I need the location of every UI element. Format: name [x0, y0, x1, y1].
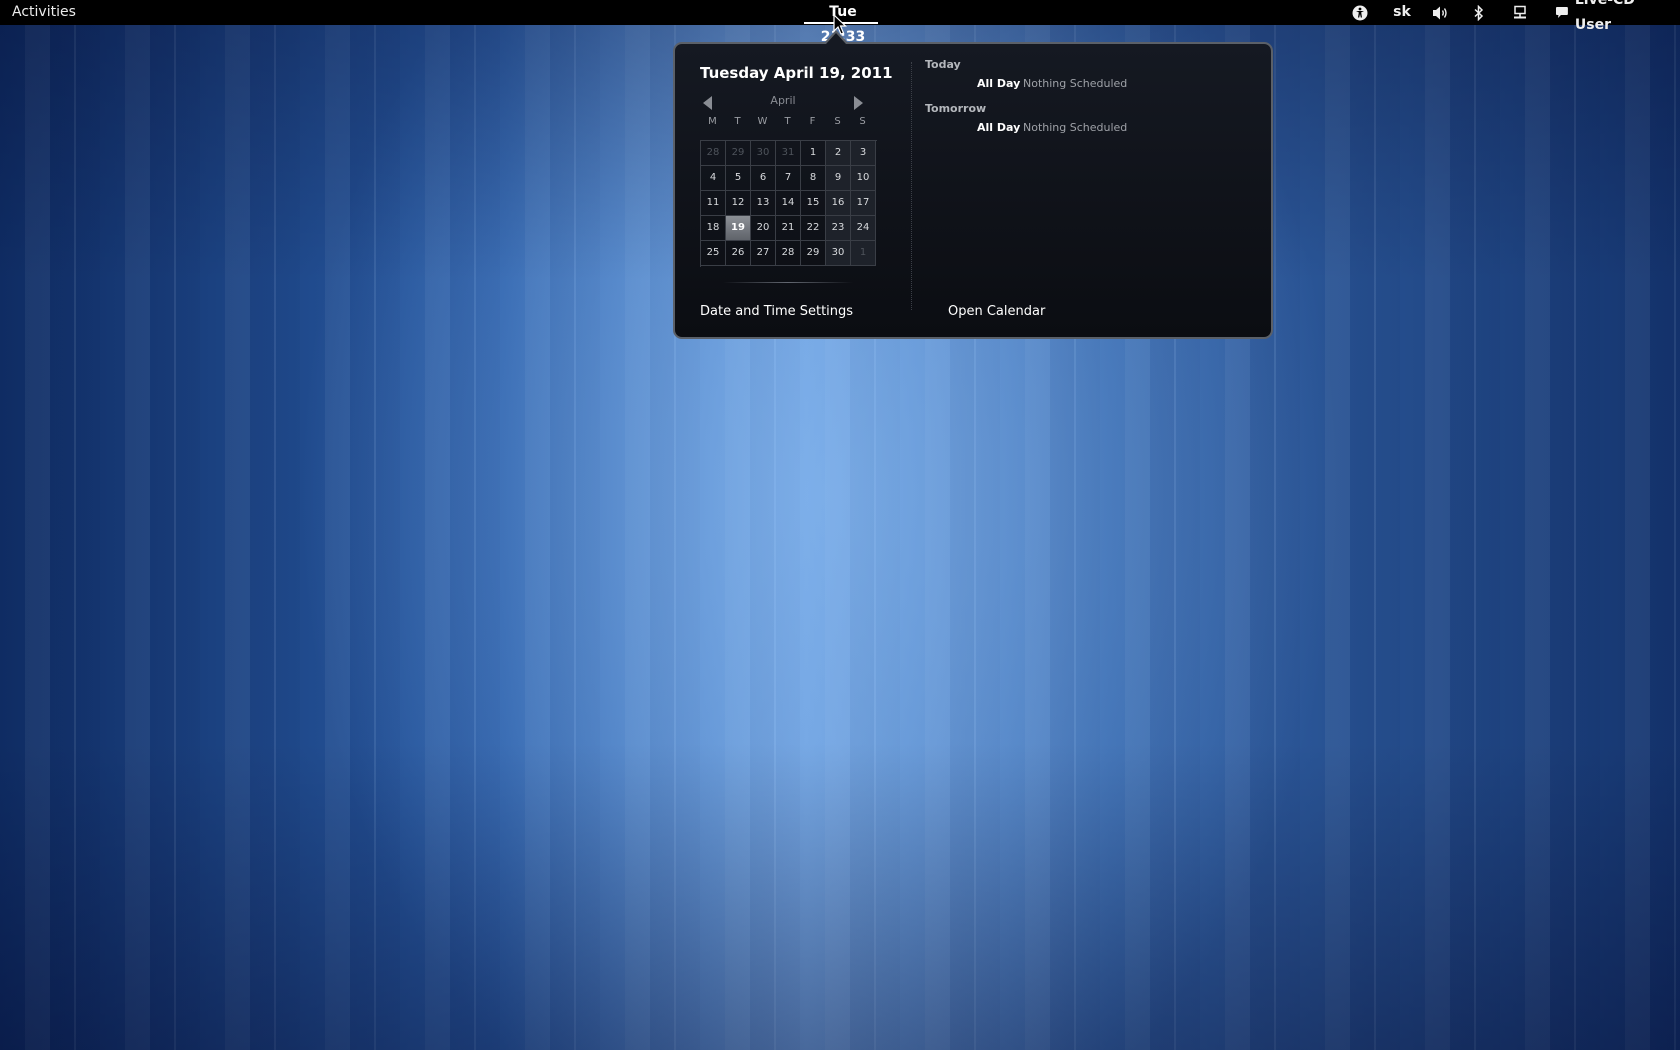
event-time: All Day	[977, 121, 1021, 134]
chat-icon	[1555, 6, 1568, 18]
tomorrow-event: All Day Nothing Scheduled	[925, 121, 1245, 134]
weekday-label: T	[734, 116, 741, 127]
event-description: Nothing Scheduled	[1023, 77, 1128, 90]
separator	[723, 282, 853, 283]
tomorrow-heading: Tomorrow	[925, 102, 987, 115]
date-time-settings-button[interactable]: Date and Time Settings	[700, 304, 853, 319]
volume-icon[interactable]	[1430, 0, 1452, 25]
weekday-label: W	[757, 116, 768, 127]
weekday-label: M	[708, 116, 717, 127]
popup-arrow-fill	[826, 33, 846, 44]
events-list: Today All Day Nothing Scheduled Tomorrow…	[925, 58, 1245, 146]
user-name: Live-CD User	[1574, 0, 1635, 33]
calendar-day[interactable]: 4	[701, 166, 726, 191]
calendar-day[interactable]: 6	[751, 166, 776, 191]
date-heading: Tuesday April 19, 2011	[700, 64, 893, 82]
calendar-day-grid: 28 29 30 31 1 2 3 4 5 6 7 8 9 10 11 12 1…	[700, 140, 877, 267]
next-month-button[interactable]	[854, 96, 863, 110]
weekday-label: S	[859, 116, 866, 127]
calendar-day[interactable]: 21	[776, 216, 801, 241]
calendar-day[interactable]: 8	[801, 166, 826, 191]
weekday-label: S	[834, 116, 841, 127]
user-menu[interactable]: Live-CD User	[1555, 0, 1675, 33]
column-divider	[911, 62, 912, 310]
calendar-day[interactable]: 31	[776, 141, 801, 166]
calendar-popup: Tuesday April 19, 2011 April M T W T F S…	[673, 42, 1273, 339]
bluetooth-icon[interactable]	[1470, 0, 1488, 25]
event-time: All Day	[977, 77, 1021, 90]
calendar-day[interactable]: 2	[826, 141, 851, 166]
open-calendar-button[interactable]: Open Calendar	[948, 304, 1045, 319]
calendar-day[interactable]: 1	[801, 141, 826, 166]
calendar-day[interactable]: 13	[751, 191, 776, 216]
event-description: Nothing Scheduled	[1023, 121, 1128, 134]
calendar-day[interactable]: 3	[851, 141, 876, 166]
calendar-day[interactable]: 28	[701, 141, 726, 166]
calendar-day[interactable]: 30	[751, 141, 776, 166]
calendar-day[interactable]: 26	[726, 241, 751, 266]
today-event: All Day Nothing Scheduled	[925, 77, 1245, 90]
calendar-day[interactable]: 7	[776, 166, 801, 191]
calendar-day[interactable]: 29	[726, 141, 751, 166]
weekday-label: T	[784, 116, 791, 127]
calendar-day[interactable]: 14	[776, 191, 801, 216]
calendar-day[interactable]: 16	[826, 191, 851, 216]
calendar-day[interactable]: 15	[801, 191, 826, 216]
month-navigation: April	[703, 94, 863, 112]
calendar-day[interactable]: 18	[701, 216, 726, 241]
calendar-day[interactable]: 5	[726, 166, 751, 191]
calendar-day[interactable]: 20	[751, 216, 776, 241]
calendar-day[interactable]: 12	[726, 191, 751, 216]
calendar-day[interactable]: 22	[801, 216, 826, 241]
calendar-day-today[interactable]: 19	[726, 216, 751, 241]
keyboard-layout-indicator[interactable]: sk	[1390, 0, 1414, 25]
calendar-day[interactable]: 29	[801, 241, 826, 266]
network-icon[interactable]	[1510, 0, 1530, 25]
calendar-day[interactable]: 17	[851, 191, 876, 216]
calendar-day[interactable]: 10	[851, 166, 876, 191]
calendar-day[interactable]: 24	[851, 216, 876, 241]
calendar-day[interactable]: 30	[826, 241, 851, 266]
calendar-day[interactable]: 25	[701, 241, 726, 266]
calendar-day[interactable]: 27	[751, 241, 776, 266]
month-label: April	[770, 94, 796, 107]
accessibility-icon[interactable]	[1350, 0, 1370, 25]
calendar-day[interactable]: 9	[826, 166, 851, 191]
activities-button[interactable]: Activities	[12, 0, 76, 25]
today-heading: Today	[925, 58, 961, 71]
weekday-label: F	[809, 116, 816, 127]
calendar-day[interactable]: 28	[776, 241, 801, 266]
calendar-day[interactable]: 23	[826, 216, 851, 241]
weekday-header: M T W T F S S	[700, 116, 875, 127]
calendar-day[interactable]: 1	[851, 241, 876, 266]
calendar-day[interactable]: 11	[701, 191, 726, 216]
